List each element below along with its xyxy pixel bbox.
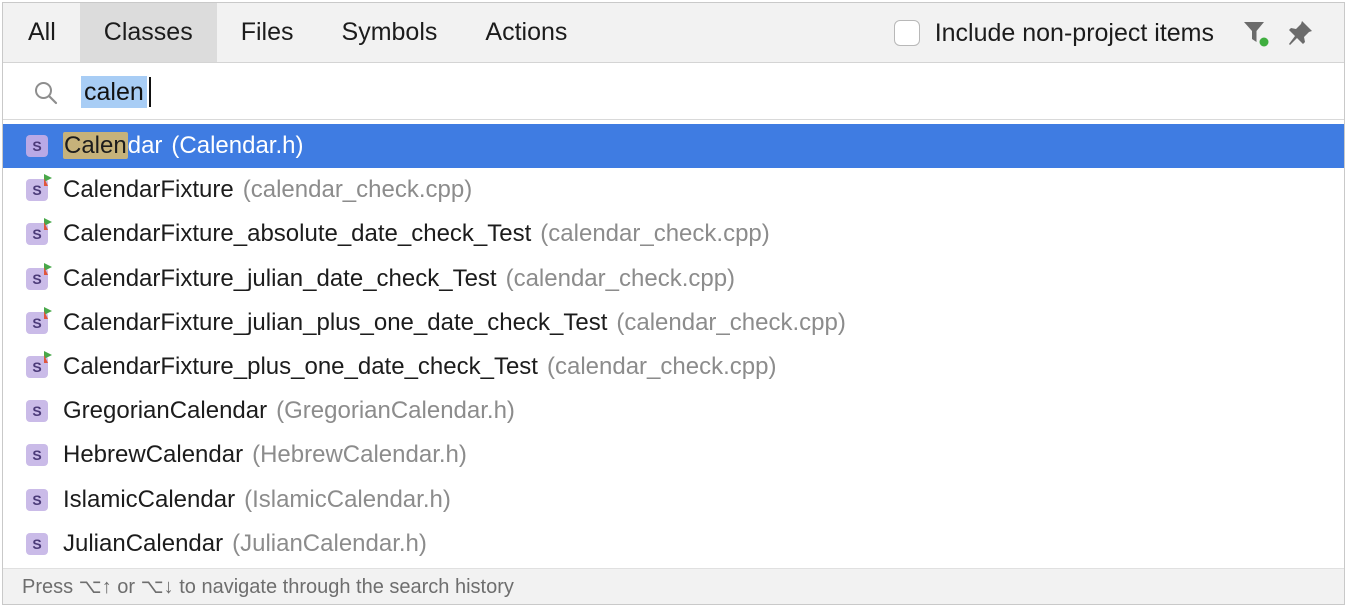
item-file: (GregorianCalendar.h)	[276, 397, 515, 425]
struct-letter: S	[32, 359, 42, 376]
search-input[interactable]: calen	[81, 76, 147, 108]
tab-label: Classes	[103, 18, 193, 46]
search-row: calen	[3, 63, 1344, 120]
tab-label: Symbols	[341, 18, 438, 46]
item-file: (calendar_check.cpp)	[546, 353, 777, 381]
search-icon	[33, 80, 59, 111]
include-non-project-label[interactable]: Include non-project items	[935, 19, 1214, 48]
list-item[interactable]: S GregorianCalendar (GregorianCalendar.h)	[3, 389, 1344, 433]
item-file: (IslamicCalendar.h)	[244, 485, 451, 513]
struct-test-icon: S	[26, 262, 52, 290]
item-file: (calendar_check.cpp)	[242, 176, 473, 204]
item-name: CalendarFixture_julian_date_check_Test	[63, 265, 497, 293]
tab-label: Files	[240, 18, 294, 46]
list-item[interactable]: S CalendarFixture_julian_plus_one_date_ch…	[3, 301, 1344, 345]
item-name: IslamicCalendar	[63, 486, 235, 514]
struct-test-icon: S	[26, 218, 52, 246]
tab-label: All	[28, 18, 56, 46]
item-name-text: GregorianCalendar	[63, 397, 268, 425]
item-name-text: HebrewCalendar	[63, 441, 244, 469]
include-non-project-checkbox[interactable]	[893, 20, 920, 46]
test-marker-icon	[44, 174, 52, 187]
struct-test-icon: S	[26, 351, 52, 379]
test-marker-icon	[44, 218, 52, 231]
item-name: CalendarFixture	[63, 176, 234, 204]
struct-icon: S	[26, 400, 48, 423]
struct-icon: S	[26, 488, 48, 511]
item-name-text: CalendarFixture_julian_date_check_Test	[63, 264, 497, 292]
tab-label: Actions	[485, 18, 568, 46]
list-item[interactable]: S JulianCalendar (JulianCalendar.h)	[3, 522, 1344, 566]
filter-icon[interactable]	[1238, 15, 1274, 51]
status-footer: Press ⌥↑ or ⌥↓ to navigate through the s…	[3, 568, 1344, 604]
item-file: (JulianCalendar.h)	[232, 529, 427, 557]
item-file: (calendar_check.cpp)	[540, 220, 770, 248]
struct-letter: S	[32, 182, 42, 199]
item-name-text: dar	[127, 132, 163, 160]
tab-actions[interactable]: Actions	[461, 3, 591, 62]
struct-letter: S	[32, 270, 42, 287]
item-file: (calendar_check.cpp)	[616, 308, 846, 336]
item-name: Calendar	[63, 132, 162, 160]
list-item[interactable]: S Calendar (Calendar.h)	[3, 124, 1344, 169]
test-marker-icon	[44, 306, 52, 319]
test-marker-icon	[44, 351, 52, 364]
struct-letter: S	[32, 447, 42, 464]
text-caret	[149, 77, 151, 107]
pin-icon[interactable]	[1282, 15, 1318, 51]
item-name-text: CalendarFixture_plus_one_date_check_Test	[63, 353, 538, 381]
struct-icon: S	[26, 532, 48, 555]
tab-all[interactable]: All	[3, 3, 80, 62]
header-options: Include non-project items	[893, 3, 1344, 63]
list-item[interactable]: S CalendarFixture_julian_date_check_Test (…	[3, 257, 1344, 301]
tab-bar: All Classes Files Symbols Actions Includ…	[3, 3, 1344, 63]
item-name: CalendarFixture_plus_one_date_check_Test	[63, 353, 538, 381]
struct-letter: S	[32, 403, 42, 420]
list-item[interactable]: S HebrewCalendar (HebrewCalendar.h)	[3, 433, 1344, 477]
list-item[interactable]: S IslamicCalendar (IslamicCalendar.h)	[3, 478, 1344, 522]
tab-files[interactable]: Files	[217, 3, 318, 62]
struct-test-icon: S	[26, 306, 52, 334]
list-item[interactable]: S CalendarFixture (calendar_check.cpp)	[3, 168, 1344, 212]
struct-icon: S	[26, 444, 48, 467]
item-name-text: CalendarFixture_absolute_date_check_Test	[63, 220, 532, 248]
footer-hint: Press ⌥↑ or ⌥↓ to navigate through the s…	[22, 576, 514, 598]
list-item[interactable]: S CalendarFixture_plus_one_date_check_Tes…	[3, 345, 1344, 389]
tab-classes[interactable]: Classes	[79, 3, 217, 62]
item-name-text: IslamicCalendar	[63, 485, 236, 513]
item-name-text: CalendarFixture	[63, 176, 234, 204]
match-highlight: Calen	[63, 132, 128, 160]
item-name: CalendarFixture_absolute_date_check_Test	[63, 220, 531, 248]
item-file: (HebrewCalendar.h)	[252, 441, 467, 469]
struct-letter: S	[32, 535, 42, 552]
search-everywhere-popup: All Classes Files Symbols Actions Includ…	[2, 2, 1345, 605]
test-marker-icon	[44, 262, 52, 275]
item-name-text: JulianCalendar	[63, 529, 224, 557]
item-name: HebrewCalendar	[63, 441, 243, 469]
item-name: JulianCalendar	[63, 530, 223, 558]
tab-symbols[interactable]: Symbols	[318, 3, 462, 62]
item-name: GregorianCalendar	[63, 397, 267, 425]
item-file: (calendar_check.cpp)	[505, 264, 736, 292]
item-name: CalendarFixture_julian_plus_one_date_che…	[63, 309, 607, 337]
struct-letter: S	[32, 138, 42, 155]
struct-letter: S	[32, 491, 42, 508]
struct-letter: S	[32, 314, 42, 331]
item-file: (Calendar.h)	[171, 132, 304, 160]
results-list: S Calendar (Calendar.h) S CalendarFixture (ca…	[3, 124, 1344, 566]
struct-letter: S	[32, 226, 42, 243]
list-item[interactable]: S CalendarFixture_absolute_date_check_Tes…	[3, 212, 1344, 256]
item-name-text: CalendarFixture_julian_plus_one_date_che…	[63, 308, 608, 336]
struct-test-icon: S	[26, 174, 52, 202]
struct-icon: S	[26, 135, 48, 158]
